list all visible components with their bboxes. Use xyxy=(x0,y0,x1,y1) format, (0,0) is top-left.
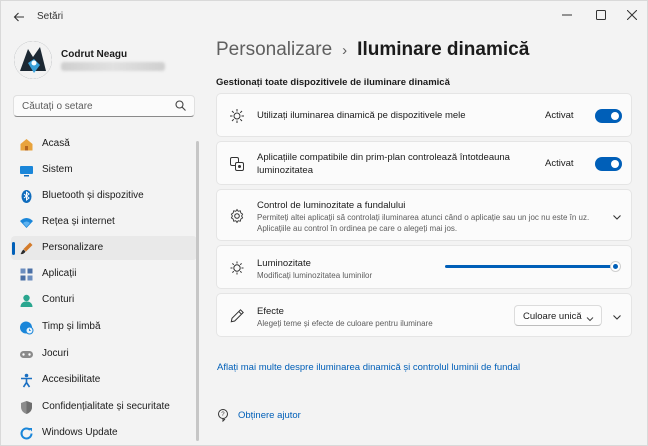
app-title: Setări xyxy=(37,11,64,22)
shield-icon xyxy=(19,400,34,415)
card-description-line1: Permiteți altei aplicații să controlați … xyxy=(257,213,590,222)
active-indicator xyxy=(12,242,15,255)
sidebar-item-label: Acasă xyxy=(42,138,70,149)
brightness-slider-thumb[interactable] xyxy=(610,261,621,272)
learn-more-link[interactable]: Aflați mai multe despre iluminarea dinam… xyxy=(217,362,520,373)
sidebar-item-label: Confidențialitate și securitate xyxy=(42,401,170,412)
minimize-icon[interactable] xyxy=(550,1,584,29)
sidebar-item-windows-update[interactable]: Windows Update xyxy=(11,421,197,445)
sidebar-item-label: Bluetooth și dispozitive xyxy=(42,190,144,201)
search-placeholder: Căutați o setare xyxy=(22,101,93,112)
brightness-icon xyxy=(229,260,245,276)
bluetooth-icon xyxy=(19,189,34,204)
account-icon xyxy=(19,293,34,308)
settings-window: Setări Codrut Neagu Căutați o setare Aca… xyxy=(0,0,648,446)
card-description-line2: Aplicațiile au control în ordinea pe car… xyxy=(257,224,458,233)
breadcrumb: Personalizare › Iluminare dinamică xyxy=(216,39,529,61)
sun-burst-icon xyxy=(229,108,245,124)
update-icon xyxy=(19,426,34,441)
sidebar-item-label: Sistem xyxy=(42,164,73,175)
apps-icon xyxy=(19,267,34,282)
toggle-state-label: Activat xyxy=(545,158,574,169)
card-title-line1: Aplicațiile compatibile din prim-plan co… xyxy=(257,152,510,163)
dynamic-lighting-toggle[interactable] xyxy=(595,109,622,123)
breadcrumb-parent[interactable]: Personalizare xyxy=(216,39,332,61)
page-title: Iluminare dinamică xyxy=(357,39,530,60)
sidebar-item-retea[interactable]: Rețea și internet xyxy=(11,210,197,234)
card-title: Luminozitate xyxy=(257,258,311,269)
card-description: Alegeți teme și efecte de culoare pentru… xyxy=(257,319,433,328)
get-help-link[interactable]: Obținere ajutor xyxy=(238,410,301,421)
card-title-line2: luminozitatea xyxy=(257,165,313,176)
gear-icon xyxy=(229,208,245,224)
sidebar-item-label: Accesibilitate xyxy=(42,374,101,385)
chevron-down-icon xyxy=(585,311,595,322)
sidebar-item-accesibilitate[interactable]: Accesibilitate xyxy=(11,368,197,392)
card-background-light-control[interactable]: Control de luminozitate a fundalului Per… xyxy=(216,189,632,241)
sidebar-item-bluetooth[interactable]: Bluetooth și dispozitive xyxy=(11,184,197,208)
chevron-down-icon[interactable] xyxy=(611,210,623,222)
sidebar-item-label: Timp și limbă xyxy=(42,321,101,332)
user-email-blurred xyxy=(61,62,165,71)
foreground-apps-toggle[interactable] xyxy=(595,157,622,171)
sidebar-item-jocuri[interactable]: Jocuri xyxy=(11,342,197,366)
toggle-state-label: Activat xyxy=(545,110,574,121)
sidebar-item-personalizare[interactable]: Personalizare xyxy=(11,236,197,260)
section-heading: Gestionați toate dispozitivele de ilumin… xyxy=(216,77,450,88)
sidebar-item-acasa[interactable]: Acasă xyxy=(11,132,197,156)
brightness-slider-track[interactable] xyxy=(445,265,617,268)
user-name: Codrut Neagu xyxy=(61,49,128,60)
card-title: Control de luminozitate a fundalului xyxy=(257,200,406,211)
card-title: Utilizați iluminarea dinamică pe dispozi… xyxy=(257,110,466,121)
svg-text:?: ? xyxy=(221,412,225,418)
sidebar-item-label: Windows Update xyxy=(42,427,118,438)
search-icon[interactable] xyxy=(174,99,188,113)
sidebar-item-timp[interactable]: Timp și limbă xyxy=(11,315,197,339)
sidebar-item-label: Aplicații xyxy=(42,268,77,279)
breadcrumb-separator: › xyxy=(342,42,348,59)
sidebar-item-label: Personalizare xyxy=(42,242,104,253)
brush-icon xyxy=(19,241,34,256)
search-input[interactable]: Căutați o setare xyxy=(13,95,195,117)
user-avatar[interactable] xyxy=(14,41,52,79)
close-icon[interactable] xyxy=(615,1,648,29)
gamepad-icon xyxy=(19,347,34,362)
card-use-dynamic-lighting: Utilizați iluminarea dinamică pe dispozi… xyxy=(216,93,632,137)
card-title: Efecte xyxy=(257,306,284,317)
home-icon xyxy=(19,137,34,152)
card-description: Modificați luminozitatea luminilor xyxy=(257,271,373,280)
sidebar-item-aplicatii[interactable]: Aplicații xyxy=(11,262,197,286)
sidebar-item-label: Conturi xyxy=(42,294,75,305)
card-foreground-apps-control: Aplicațiile compatibile din prim-plan co… xyxy=(216,141,632,185)
accessibility-icon xyxy=(19,373,34,388)
sidebar-scrollbar[interactable] xyxy=(196,141,199,441)
monitor-icon xyxy=(19,163,34,178)
back-arrow-icon[interactable] xyxy=(7,5,31,29)
globe-clock-icon xyxy=(19,320,34,335)
dropdown-selected-value: Culoare unică xyxy=(523,311,582,322)
title-bar: Setări xyxy=(1,1,647,33)
maximize-icon[interactable] xyxy=(584,1,618,29)
sidebar-item-conturi[interactable]: Conturi xyxy=(11,288,197,312)
sidebar-item-confidentialitate[interactable]: Confidențialitate și securitate xyxy=(11,395,197,419)
sidebar-item-label: Jocuri xyxy=(42,348,69,359)
help-chat-icon: ? xyxy=(217,408,231,423)
pen-icon xyxy=(229,308,245,324)
chevron-down-icon[interactable] xyxy=(611,310,623,322)
sidebar-item-label: Rețea și internet xyxy=(42,216,115,227)
effects-dropdown[interactable]: Culoare unică xyxy=(514,305,602,326)
app-control-icon xyxy=(229,156,245,172)
wifi-icon xyxy=(19,215,34,230)
sidebar-item-sistem[interactable]: Sistem xyxy=(11,158,197,182)
